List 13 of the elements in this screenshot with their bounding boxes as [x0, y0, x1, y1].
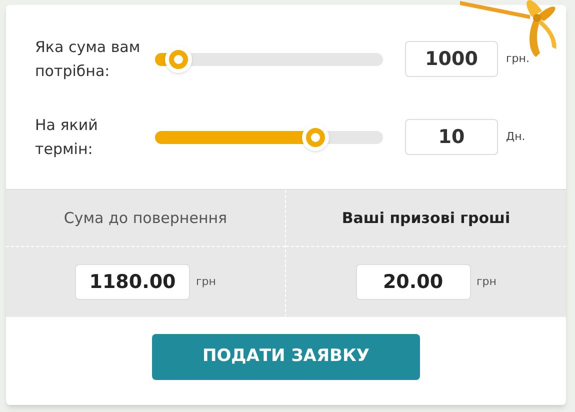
value-field[interactable]: 1000: [405, 41, 498, 77]
slider-label: На який термін:: [35, 115, 99, 160]
result-field: 1180.00: [75, 264, 190, 300]
unit-label: грн: [196, 274, 216, 290]
unit-label: Дн.: [506, 128, 526, 145]
slider-label: Яка сума вам потрібна:: [35, 37, 142, 82]
submit-button[interactable]: ПОДАТИ ЗАЯВКУ: [152, 334, 420, 380]
unit-label: грн: [476, 274, 496, 290]
result-field: 20.00: [356, 264, 471, 300]
column-heading: Ваші призові гроші: [342, 208, 510, 229]
unit-label: грн.: [506, 50, 530, 67]
value-field[interactable]: 10: [405, 119, 498, 155]
column-heading: Сума до повернення: [64, 208, 228, 229]
